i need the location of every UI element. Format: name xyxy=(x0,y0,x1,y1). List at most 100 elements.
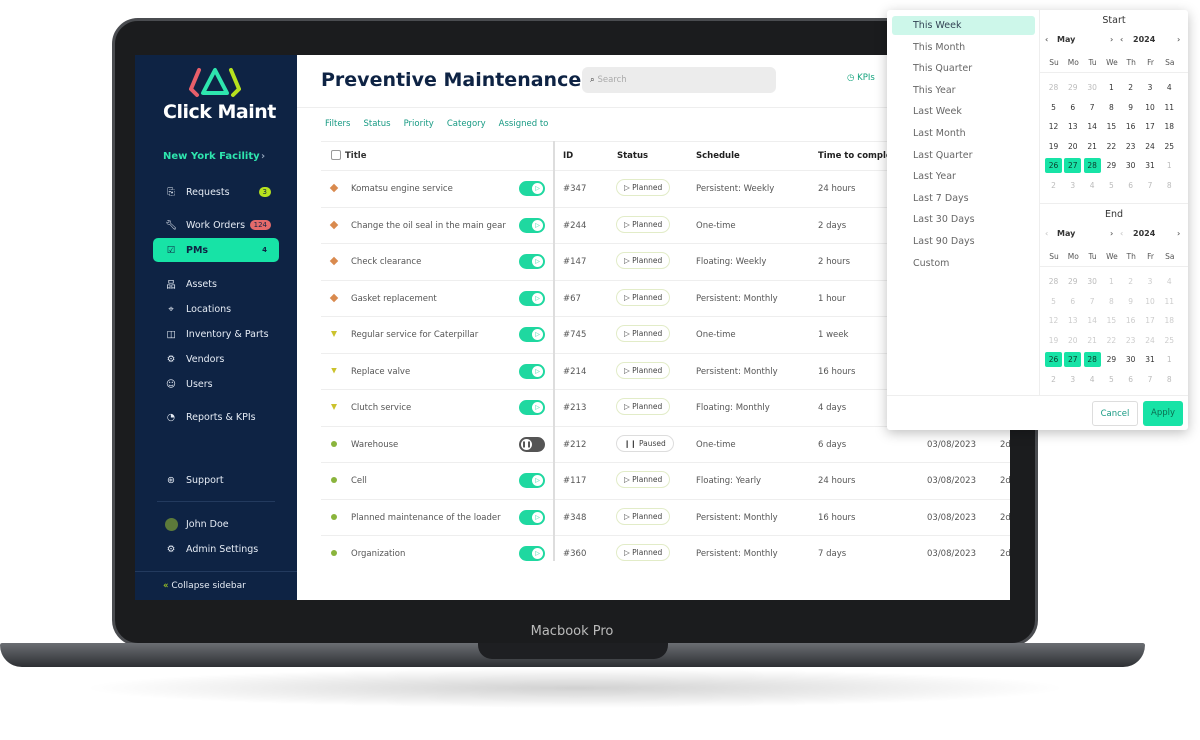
table-row-title[interactable]: Warehouse ❚❚ xyxy=(321,425,553,462)
search-input[interactable]: ⌕ Search xyxy=(582,67,776,93)
month-select[interactable]: May xyxy=(1057,35,1075,44)
calendar-day[interactable]: 5 xyxy=(1045,100,1062,115)
enable-toggle[interactable]: ▷ xyxy=(519,181,545,196)
table-row-title[interactable]: Check clearance ▷ xyxy=(321,243,553,279)
table-row-title[interactable]: Gasket replacement ▷ xyxy=(321,279,553,316)
enable-toggle[interactable]: ▷ xyxy=(519,546,545,561)
row-title[interactable]: Gasket replacement xyxy=(351,294,437,304)
preset-this-quarter[interactable]: This Quarter xyxy=(892,59,1035,78)
sidebar-item-work-orders[interactable]: 🔧︎ Work Orders 124 xyxy=(153,213,279,237)
calendar-day[interactable]: 1 xyxy=(1103,80,1120,95)
preset-this-month[interactable]: This Month xyxy=(892,38,1035,57)
calendar-day[interactable]: 26 xyxy=(1045,352,1062,367)
calendar-day[interactable]: 10 xyxy=(1142,100,1159,115)
calendar-day[interactable]: 27 xyxy=(1064,352,1082,367)
next-year-icon[interactable]: › xyxy=(1177,229,1180,238)
preset-last-quarter[interactable]: Last Quarter xyxy=(892,146,1035,165)
preset-this-week[interactable]: This Week xyxy=(892,16,1035,35)
calendar-day[interactable]: 24 xyxy=(1142,139,1159,154)
preset-last-year[interactable]: Last Year xyxy=(892,167,1035,186)
next-year-icon[interactable]: › xyxy=(1177,35,1180,44)
table-row[interactable]: #360 ▷ Planned Persistent: Monthly 7 days 03… xyxy=(555,535,1010,571)
enable-toggle[interactable]: ▷ xyxy=(519,290,545,306)
table-row-title[interactable]: Regular service for Caterpillar ▷ xyxy=(321,316,553,352)
row-title[interactable]: Warehouse xyxy=(351,440,398,450)
calendar-day[interactable]: 14 xyxy=(1084,119,1101,134)
user-profile[interactable]: John Doe xyxy=(153,512,279,536)
next-month-icon[interactable]: › xyxy=(1110,229,1113,238)
enable-toggle[interactable]: ▷ xyxy=(519,254,545,269)
row-title[interactable]: Organization xyxy=(351,549,405,559)
calendar-day[interactable]: 27 xyxy=(1064,158,1082,173)
calendar-day[interactable]: 26 xyxy=(1045,158,1062,173)
sidebar-item-pms[interactable]: ☑ PMs 4 xyxy=(153,238,279,262)
calendar-day[interactable]: 30 xyxy=(1122,158,1139,173)
collapse-sidebar-button[interactable]: « Collapse sidebar xyxy=(135,571,297,600)
sidebar-item-reports-kpis[interactable]: ◔ Reports & KPIs xyxy=(153,405,279,429)
enable-toggle[interactable]: ▷ xyxy=(519,509,545,525)
facility-selector[interactable]: New York Facility › xyxy=(163,151,265,162)
calendar-day[interactable]: 20 xyxy=(1064,139,1081,154)
calendar-day[interactable]: 31 xyxy=(1142,158,1159,173)
row-title[interactable]: Planned maintenance of the loader xyxy=(351,513,501,523)
sidebar-item-inventory-parts[interactable]: ◫ Inventory & Parts xyxy=(153,322,279,346)
row-title[interactable]: Clutch service xyxy=(351,403,411,413)
enable-toggle[interactable]: ▷ xyxy=(519,473,545,488)
table-row-title[interactable]: Cell ▷ xyxy=(321,462,553,498)
preset-last-90-days[interactable]: Last 90 Days xyxy=(892,232,1035,251)
month-select[interactable]: May xyxy=(1057,229,1075,238)
row-title[interactable]: Cell xyxy=(351,476,367,486)
enable-toggle[interactable]: ▷ xyxy=(519,217,545,233)
year-select[interactable]: 2024 xyxy=(1133,35,1155,44)
enable-toggle[interactable]: ❚❚ xyxy=(519,436,545,452)
calendar-day[interactable]: 25 xyxy=(1161,139,1178,154)
table-row-title[interactable]: Clutch service ▷ xyxy=(321,389,553,425)
calendar-day[interactable]: 19 xyxy=(1045,139,1062,154)
filter-priority[interactable]: Priority xyxy=(404,119,434,141)
calendar-day[interactable]: 8 xyxy=(1103,100,1120,115)
prev-year-icon[interactable]: ‹ xyxy=(1120,35,1123,44)
calendar-day[interactable]: 16 xyxy=(1122,119,1139,134)
calendar-day[interactable]: 21 xyxy=(1084,139,1101,154)
preset-last-week[interactable]: Last Week xyxy=(892,102,1035,121)
prev-month-icon[interactable]: ‹ xyxy=(1045,35,1048,44)
calendar-day[interactable]: 4 xyxy=(1161,80,1178,95)
row-title[interactable]: Check clearance xyxy=(351,257,421,267)
enable-toggle[interactable]: ▷ xyxy=(519,363,545,379)
table-row-title[interactable]: Change the oil seal in the main gear ▷ xyxy=(321,206,553,243)
calendar-day[interactable]: 30 xyxy=(1122,352,1139,367)
sidebar-item-support[interactable]: ⊛ Support xyxy=(153,468,279,492)
sidebar-item-vendors[interactable]: ⚙ Vendors xyxy=(153,347,279,371)
sidebar-item-requests[interactable]: ⎘ Requests 3 xyxy=(153,180,279,204)
preset-custom[interactable]: Custom xyxy=(892,254,1035,273)
calendar-day[interactable]: 12 xyxy=(1045,119,1062,134)
calendar-day[interactable]: 2 xyxy=(1122,80,1139,95)
calendar-day[interactable]: 22 xyxy=(1103,139,1120,154)
calendar-day[interactable]: 17 xyxy=(1142,119,1159,134)
filter-category[interactable]: Category xyxy=(447,119,486,141)
table-row-title[interactable]: Komatsu engine service ▷ xyxy=(321,170,553,206)
year-select[interactable]: 2024 xyxy=(1133,229,1155,238)
preset-last-7-days[interactable]: Last 7 Days xyxy=(892,189,1035,208)
filter-status[interactable]: Status xyxy=(363,119,390,141)
calendar-day[interactable]: 6 xyxy=(1064,100,1081,115)
calendar-day[interactable]: 18 xyxy=(1161,119,1178,134)
calendar-day[interactable]: 31 xyxy=(1142,352,1159,367)
enable-toggle[interactable]: ▷ xyxy=(519,327,545,342)
prev-year-icon[interactable]: ‹ xyxy=(1120,229,1123,238)
cancel-button[interactable]: Cancel xyxy=(1092,401,1138,426)
row-title[interactable]: Komatsu engine service xyxy=(351,184,453,194)
enable-toggle[interactable]: ▷ xyxy=(519,400,545,415)
table-row[interactable]: #117 ▷ Planned Floating: Yearly 24 hours 03/… xyxy=(555,462,1010,498)
filter-filters[interactable]: Filters xyxy=(325,119,350,141)
calendar-day[interactable]: 15 xyxy=(1103,119,1120,134)
select-all-checkbox[interactable] xyxy=(331,150,341,160)
calendar-day[interactable]: 28 xyxy=(1083,352,1101,367)
table-row[interactable]: #348 ▷ Planned Persistent: Monthly 16 hours… xyxy=(555,498,1010,535)
filter-assigned-to[interactable]: Assigned to xyxy=(499,119,549,141)
row-title[interactable]: Regular service for Caterpillar xyxy=(351,330,478,340)
calendar-day[interactable]: 11 xyxy=(1161,100,1178,115)
table-row-title[interactable]: Replace valve ▷ xyxy=(321,352,553,389)
preset-last-month[interactable]: Last Month xyxy=(892,124,1035,143)
row-title[interactable]: Replace valve xyxy=(351,367,410,377)
